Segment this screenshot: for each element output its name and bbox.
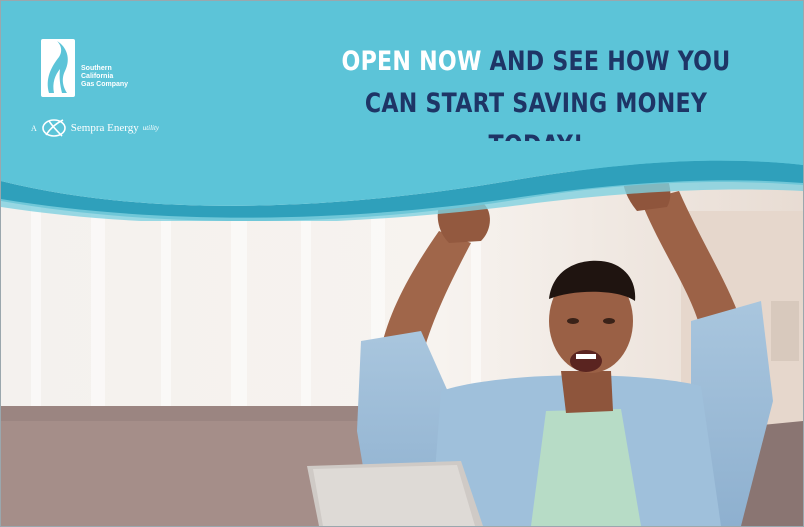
headline-see-how: AND SEE HOW YOU xyxy=(481,46,731,77)
headline-open-now: OPEN NOW xyxy=(341,46,482,77)
company-line-2: California xyxy=(81,73,114,80)
header-wave xyxy=(1,141,803,221)
company-line-3: Gas Company xyxy=(81,81,129,88)
sempra-prefix: A xyxy=(31,123,37,133)
socalgas-flame-logo xyxy=(41,39,75,97)
ad-banner: Southern California Gas Company A Sempra… xyxy=(0,0,804,527)
sempra-tagline: A Sempra Energy utility xyxy=(31,117,159,139)
sempra-swirl-icon xyxy=(41,119,66,137)
hero-photo xyxy=(1,171,803,526)
sempra-utility: utility xyxy=(142,124,160,132)
company-line-1: Southern xyxy=(81,65,112,72)
company-name: Southern California Gas Company xyxy=(81,65,141,89)
headline-line-1: OPEN NOW AND SEE HOW YOU xyxy=(335,41,737,83)
sempra-name: Sempra Energy xyxy=(70,122,139,134)
